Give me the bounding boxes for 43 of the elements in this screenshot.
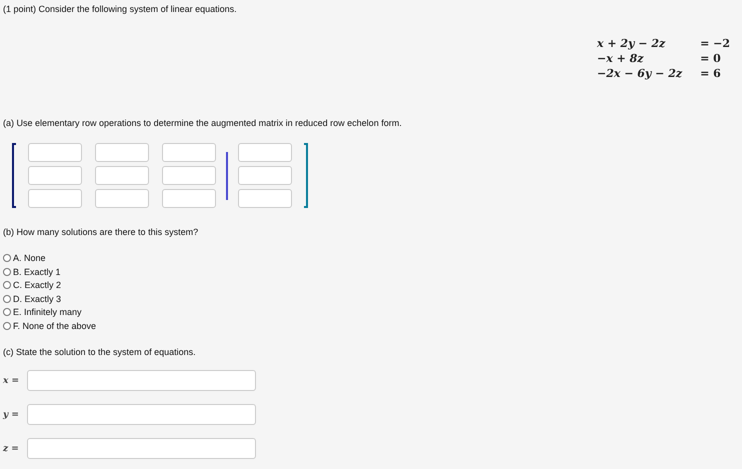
radio-button[interactable] bbox=[3, 281, 11, 290]
augmented-divider-icon bbox=[226, 152, 228, 200]
equation-left-side: −x + 8z bbox=[597, 52, 645, 65]
variable-label: y = bbox=[3, 410, 20, 420]
option-label: A. None bbox=[13, 253, 46, 264]
matrix-input-field[interactable] bbox=[28, 189, 82, 208]
equation-right-side: = 6 bbox=[699, 67, 722, 80]
equation-right-side: = −2 bbox=[699, 37, 730, 50]
option-label: F. None of the above bbox=[13, 320, 96, 331]
radio-button[interactable] bbox=[3, 268, 11, 276]
matrix-input-field[interactable] bbox=[238, 189, 292, 208]
equation-right-side: = 0 bbox=[699, 52, 722, 65]
matrix-input-field[interactable] bbox=[238, 143, 292, 162]
option-label: B. Exactly 1 bbox=[13, 266, 61, 277]
answer-input-field[interactable] bbox=[27, 404, 256, 425]
matrix-input-field[interactable] bbox=[28, 166, 82, 185]
question-text: (1 point) Consider the following system of linear equations. bbox=[3, 4, 238, 16]
matrix-input-field[interactable] bbox=[28, 143, 82, 162]
option-label: D. Exactly 3 bbox=[13, 294, 62, 304]
part-b-prompt: (b) How many solutions are there to this system? bbox=[3, 227, 200, 237]
matrix-input-field[interactable] bbox=[162, 143, 216, 162]
matrix-input-field[interactable] bbox=[95, 166, 149, 185]
equation-left-side: x + 2y − 2z bbox=[597, 37, 666, 50]
answer-input-field[interactable] bbox=[27, 370, 256, 391]
matrix-input-field[interactable] bbox=[238, 166, 292, 185]
answer-input-field[interactable] bbox=[27, 438, 256, 459]
option-label: E. Infinitely many bbox=[13, 307, 82, 318]
radio-button[interactable] bbox=[3, 294, 11, 303]
variable-label: z = bbox=[3, 444, 20, 454]
matrix-input-field[interactable] bbox=[95, 189, 149, 208]
option-label: C. Exactly 2 bbox=[13, 280, 62, 290]
radio-button[interactable] bbox=[3, 308, 11, 316]
matrix-input-field[interactable] bbox=[95, 143, 149, 162]
right-bracket-icon bbox=[304, 143, 308, 208]
variable-label: x = bbox=[3, 376, 20, 386]
radio-button[interactable] bbox=[3, 254, 11, 262]
part-a-prompt: (a) Use elementary row operations to determine the augmented matrix in reduced row echelon form. bbox=[3, 118, 403, 128]
part-c-prompt: (c) State the solution to the system of equations. bbox=[3, 347, 197, 357]
matrix-input-field[interactable] bbox=[162, 166, 216, 185]
equation-left-side: −2x − 6y − 2z bbox=[597, 67, 682, 80]
matrix-input-field[interactable] bbox=[162, 189, 216, 208]
left-bracket-icon bbox=[12, 143, 16, 208]
radio-button[interactable] bbox=[3, 322, 11, 330]
